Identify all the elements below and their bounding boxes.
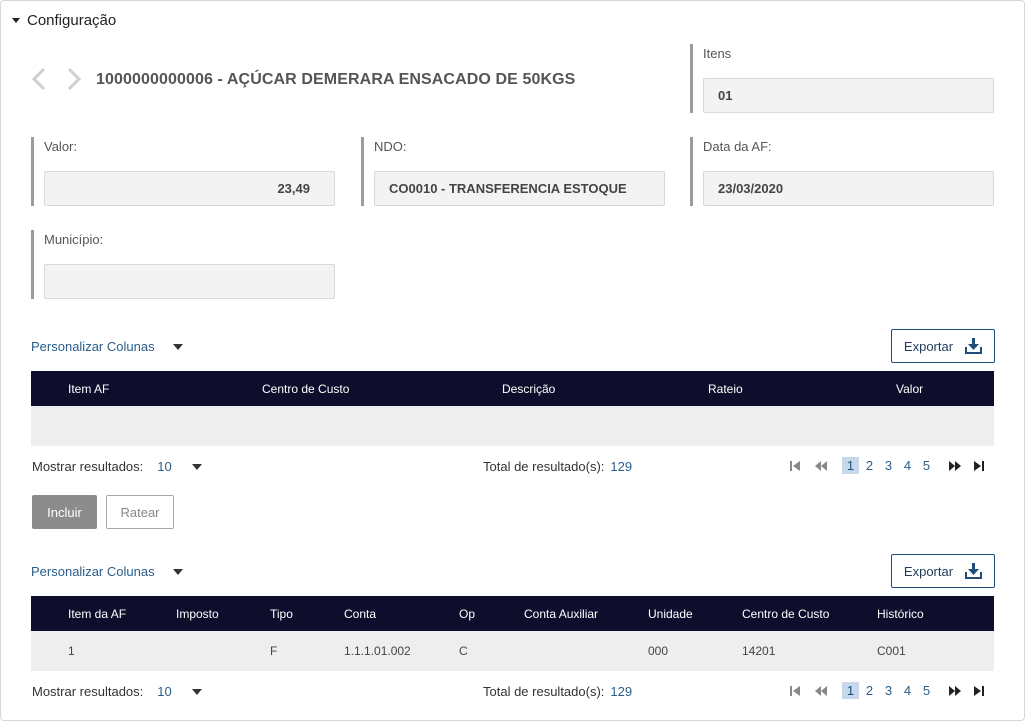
column-header[interactable]: Rateio xyxy=(708,382,743,396)
customize-columns-label: Personalizar Colunas xyxy=(31,564,155,579)
results-per-page[interactable]: Mostrar resultados: 10 xyxy=(32,459,202,474)
export-button[interactable]: Exportar xyxy=(891,554,995,588)
customize-columns-label: Personalizar Colunas xyxy=(31,339,155,354)
first-page-icon[interactable] xyxy=(786,459,804,473)
table-cell: 000 xyxy=(648,644,669,658)
prev-page-icon[interactable] xyxy=(812,684,830,698)
page-number[interactable]: 4 xyxy=(899,682,916,699)
customize-columns-dropdown[interactable]: Personalizar Colunas xyxy=(31,339,183,354)
last-page-icon[interactable] xyxy=(970,684,988,698)
table-cell: 14201 xyxy=(742,644,776,658)
itens-input[interactable]: 01 xyxy=(703,78,994,113)
field-valor: Valor: 23,49 xyxy=(31,137,335,206)
chevron-left-icon xyxy=(31,67,46,91)
caret-down-icon xyxy=(12,18,20,23)
field-data-af: Data da AF: 23/03/2020 xyxy=(690,137,994,206)
field-municipio: Município: xyxy=(31,230,335,299)
page-number[interactable]: 1 xyxy=(842,682,859,699)
show-results-label: Mostrar resultados: xyxy=(32,684,144,699)
field-ndo: NDO: CO0010 - TRANSFERENCIA ESTOQUE xyxy=(361,137,665,206)
results-per-page-value: 10 xyxy=(157,459,172,474)
table-row[interactable]: 1 F 1.1.1.01.002 C 000 14201 C001 xyxy=(31,631,994,671)
last-page-icon[interactable] xyxy=(970,459,988,473)
page-number[interactable]: 3 xyxy=(880,457,897,474)
table-cell: 1.1.1.01.002 xyxy=(344,644,411,658)
ratear-button[interactable]: Ratear xyxy=(106,495,174,529)
ndo-input[interactable]: CO0010 - TRANSFERENCIA ESTOQUE xyxy=(374,171,665,206)
pagination: 1 2 3 4 5 xyxy=(786,682,988,699)
column-header[interactable]: Item da AF xyxy=(68,607,126,621)
column-header[interactable]: Item AF xyxy=(68,382,109,396)
field-label: Município: xyxy=(44,232,104,247)
column-header[interactable]: Centro de Custo xyxy=(742,607,829,621)
customize-columns-dropdown[interactable]: Personalizar Colunas xyxy=(31,564,183,579)
table-cell: C xyxy=(459,644,468,658)
caret-down-icon xyxy=(172,568,183,575)
results-per-page-value: 10 xyxy=(157,684,172,699)
next-page-icon[interactable] xyxy=(946,459,964,473)
results-per-page[interactable]: Mostrar resultados: 10 xyxy=(32,684,202,699)
column-header[interactable]: Conta xyxy=(344,607,376,621)
page-number[interactable]: 2 xyxy=(861,682,878,699)
field-label: Valor: xyxy=(44,139,77,154)
section-title: Configuração xyxy=(27,12,117,29)
table1-header: Item AF Centro de Custo Descrição Rateio… xyxy=(31,371,994,406)
download-icon xyxy=(965,563,983,579)
total-value: 129 xyxy=(610,459,633,474)
page-number[interactable]: 5 xyxy=(918,682,935,699)
total-value: 129 xyxy=(610,684,633,699)
caret-down-icon xyxy=(191,463,202,470)
data-af-input[interactable]: 23/03/2020 xyxy=(703,171,994,206)
first-page-icon[interactable] xyxy=(786,684,804,698)
valor-input[interactable]: 23,49 xyxy=(44,171,335,206)
total-results: Total de resultado(s): 129 xyxy=(483,684,632,699)
column-header[interactable]: Unidade xyxy=(648,607,693,621)
column-header[interactable]: Conta Auxiliar xyxy=(524,607,598,621)
table-cell: 1 xyxy=(68,644,75,658)
pagination: 1 2 3 4 5 xyxy=(786,457,988,474)
caret-down-icon xyxy=(191,688,202,695)
prev-page-icon[interactable] xyxy=(812,459,830,473)
export-button[interactable]: Exportar xyxy=(891,329,995,363)
column-header[interactable]: Valor xyxy=(896,382,923,396)
total-label: Total de resultado(s): xyxy=(483,459,605,474)
next-page-icon[interactable] xyxy=(946,684,964,698)
column-header[interactable]: Tipo xyxy=(270,607,293,621)
column-header[interactable]: Imposto xyxy=(176,607,219,621)
show-results-label: Mostrar resultados: xyxy=(32,459,144,474)
page-number[interactable]: 2 xyxy=(861,457,878,474)
export-label: Exportar xyxy=(903,563,954,579)
section-toggle[interactable]: Configuração xyxy=(12,12,116,29)
column-header[interactable]: Histórico xyxy=(877,607,924,621)
field-label: Data da AF: xyxy=(703,139,772,154)
download-icon xyxy=(965,338,983,354)
page-number[interactable]: 1 xyxy=(842,457,859,474)
caret-down-icon xyxy=(172,343,183,350)
municipio-input[interactable] xyxy=(44,264,335,299)
page-number[interactable]: 5 xyxy=(918,457,935,474)
export-label: Exportar xyxy=(903,338,954,354)
incluir-button[interactable]: Incluir xyxy=(32,495,97,529)
column-header[interactable]: Op xyxy=(459,607,475,621)
product-title: 1000000000006 - AÇÚCAR DEMERARA ENSACADO… xyxy=(96,71,576,88)
page-number[interactable]: 4 xyxy=(899,457,916,474)
chevron-right-icon xyxy=(67,67,82,91)
field-label: NDO: xyxy=(374,139,407,154)
total-label: Total de resultado(s): xyxy=(483,684,605,699)
field-label: Itens xyxy=(703,46,732,61)
table-cell: F xyxy=(270,644,278,658)
column-header[interactable]: Centro de Custo xyxy=(262,382,349,396)
field-itens: Itens 01 xyxy=(690,44,994,113)
table-cell: C001 xyxy=(877,644,906,658)
table1-empty-row xyxy=(31,406,994,446)
page-number[interactable]: 3 xyxy=(880,682,897,699)
table2-header: Item da AF Imposto Tipo Conta Op Conta A… xyxy=(31,596,994,631)
column-header[interactable]: Descrição xyxy=(502,382,555,396)
previous-item-button[interactable] xyxy=(27,66,51,92)
total-results: Total de resultado(s): 129 xyxy=(483,459,632,474)
next-item-button[interactable] xyxy=(62,66,86,92)
